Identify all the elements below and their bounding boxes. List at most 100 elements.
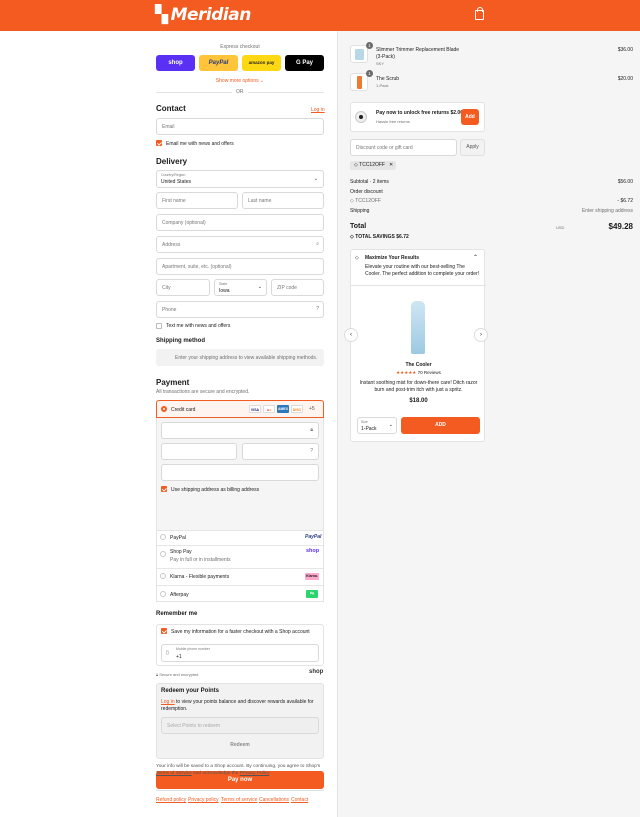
chevron-down-icon: ⌄ [257, 284, 262, 290]
secure-encrypted-label: Secure and encrypted [159, 672, 199, 677]
footer-link-contact[interactable]: Contact [291, 797, 308, 803]
zip-field[interactable]: ZIP code [271, 279, 324, 296]
state-value: Iowa [219, 288, 230, 294]
phone-field[interactable]: Phone? [156, 301, 324, 318]
checkout-form: Express checkout shop PayPal amazon pay … [0, 31, 337, 817]
first-name-placeholder: First name [162, 198, 186, 204]
state-select[interactable]: State Iowa ⌄ [214, 279, 267, 296]
billing-address-checkbox[interactable] [161, 486, 167, 492]
address-placeholder: Address [162, 242, 181, 248]
shop-pay-logo-icon: shop [306, 548, 320, 554]
first-name-field[interactable]: First name [156, 192, 238, 209]
order-discount-code: ◇ TCC12OFF [350, 198, 381, 204]
returns-icon-dot [359, 115, 363, 119]
mobile-phone-field[interactable]: ▯ Mobile phone number +1 [161, 644, 319, 662]
afterpay-radio[interactable] [160, 591, 166, 597]
product-thumbnail [350, 45, 368, 63]
last-name-field[interactable]: Last name [242, 192, 324, 209]
total-value: $49.28 [608, 222, 633, 231]
header-bar: ▚ Meridian [0, 0, 640, 31]
cart-item-variant: SKY [376, 61, 385, 66]
name-on-card-field[interactable] [161, 464, 319, 481]
shipping-value: Enter shipping address [581, 208, 633, 214]
help-icon[interactable]: ? [310, 448, 313, 454]
mastercard-icon: ●● [263, 405, 275, 413]
the-cooler-product-image[interactable] [411, 301, 425, 354]
amazon-pay-button[interactable]: amazon pay [242, 55, 281, 71]
city-field[interactable]: City [156, 279, 210, 296]
footer-link-privacy[interactable]: Privacy policy [188, 797, 219, 803]
currency-code: USD [556, 225, 565, 230]
payment-heading: Payment [156, 378, 190, 387]
shop-pay-option-label[interactable]: Shop Pay [170, 549, 192, 555]
shipping-method-heading: Shipping method [156, 338, 205, 344]
size-select[interactable]: Size 1-Pack ⌄ [357, 417, 397, 434]
upsell-heading: Maximize Your Results [365, 255, 419, 261]
privacy-policy-link[interactable]: Privacy Policy [240, 771, 270, 776]
save-info-checkbox[interactable] [161, 628, 167, 634]
chevron-up-icon[interactable]: ⌃ [473, 254, 478, 261]
email-field[interactable]: Email [156, 118, 324, 135]
points-select[interactable]: Select Points to redeem [161, 717, 319, 734]
paypal-button[interactable]: PayPal [199, 55, 238, 71]
klarna-radio[interactable] [160, 573, 166, 579]
google-pay-button[interactable]: G Pay [285, 55, 324, 71]
email-news-checkbox[interactable] [156, 140, 162, 146]
expiration-field[interactable] [161, 443, 237, 460]
klarna-option-label[interactable]: Klarna - Flexible payments [170, 574, 229, 580]
pay-note-and: and acknowledge the [191, 771, 240, 776]
redeem-button[interactable]: Redeem [161, 742, 319, 748]
discount-code-field[interactable]: Discount code or gift card [350, 139, 457, 156]
divider [157, 545, 323, 546]
footer-link-refund[interactable]: Refund policy [156, 797, 186, 803]
paypal-radio[interactable] [160, 534, 166, 540]
credit-card-radio[interactable] [161, 406, 167, 412]
visa-icon: VISA [249, 405, 261, 413]
carousel-prev-button[interactable]: ‹ [344, 328, 358, 342]
cart-item-name: The Scrub [376, 76, 400, 82]
shop-pay-radio[interactable] [160, 551, 166, 557]
afterpay-option-label[interactable]: Afterpay [170, 592, 189, 598]
payment-subtitle: All transactions are secure and encrypte… [156, 389, 250, 395]
terms-of-service-link[interactable]: Terms of Service [156, 771, 192, 776]
shop-pay-button[interactable]: shop [156, 55, 195, 71]
login-link[interactable]: Log in [311, 107, 325, 113]
footer-link-cancellations[interactable]: Cancellations [259, 797, 289, 803]
footer-link-terms[interactable]: Terms of service [221, 797, 257, 803]
upsell-product-name[interactable]: The Cooler [351, 362, 486, 368]
cart-item-price: $20.00 [617, 76, 633, 82]
show-more-options-link[interactable]: Show more options ⌄ [156, 78, 324, 84]
chevron-down-icon: ⌄ [313, 176, 318, 182]
returns-icon [355, 111, 367, 123]
upsell-review-count: 70 Reviews [417, 370, 441, 375]
afterpay-logo-icon: ⇆ [306, 590, 318, 598]
card-number-field[interactable]: 🔒︎ [161, 422, 319, 439]
upsell-price: $18.00 [409, 398, 428, 404]
brand-logo[interactable]: ▚ Meridian [155, 5, 251, 25]
order-summary: 1 Slimmer Trimmer Replacement Blade (3-P… [337, 31, 640, 817]
remove-discount-icon[interactable]: ✕ [389, 162, 393, 168]
paypal-option-label[interactable]: PayPal [170, 535, 186, 541]
divider [351, 285, 486, 286]
shopping-bag-icon[interactable] [475, 7, 484, 20]
country-select[interactable]: Country/Region United States ⌄ [156, 170, 324, 188]
mobile-phone-value: +1 [176, 654, 182, 660]
company-field[interactable]: Company (optional) [156, 214, 324, 231]
help-icon[interactable]: ? [316, 306, 319, 312]
address-field[interactable]: Address ⌕ [156, 236, 324, 253]
redeem-points-heading: Redeem your Points [161, 688, 220, 694]
contact-heading: Contact [156, 104, 186, 113]
points-login-link[interactable]: Log in [161, 699, 175, 705]
carousel-next-button[interactable]: › [474, 328, 488, 342]
apply-discount-button[interactable]: Apply [460, 139, 485, 156]
billing-address-label: Use shipping address as billing address [171, 487, 260, 493]
applied-discount-code: TCC12OFF [359, 162, 385, 168]
security-code-field[interactable]: ? [242, 443, 319, 460]
text-news-checkbox[interactable] [156, 323, 162, 329]
amex-icon: AMEX [277, 405, 289, 413]
applied-discount-tag: ◇ TCC12OFF ✕ [350, 161, 396, 170]
upsell-add-button[interactable]: ADD [401, 417, 480, 434]
promo-add-button[interactable]: Add [461, 109, 479, 125]
apartment-field[interactable]: Apartment, suite, etc. (optional) [156, 258, 324, 275]
phone-placeholder: Phone [162, 307, 177, 313]
